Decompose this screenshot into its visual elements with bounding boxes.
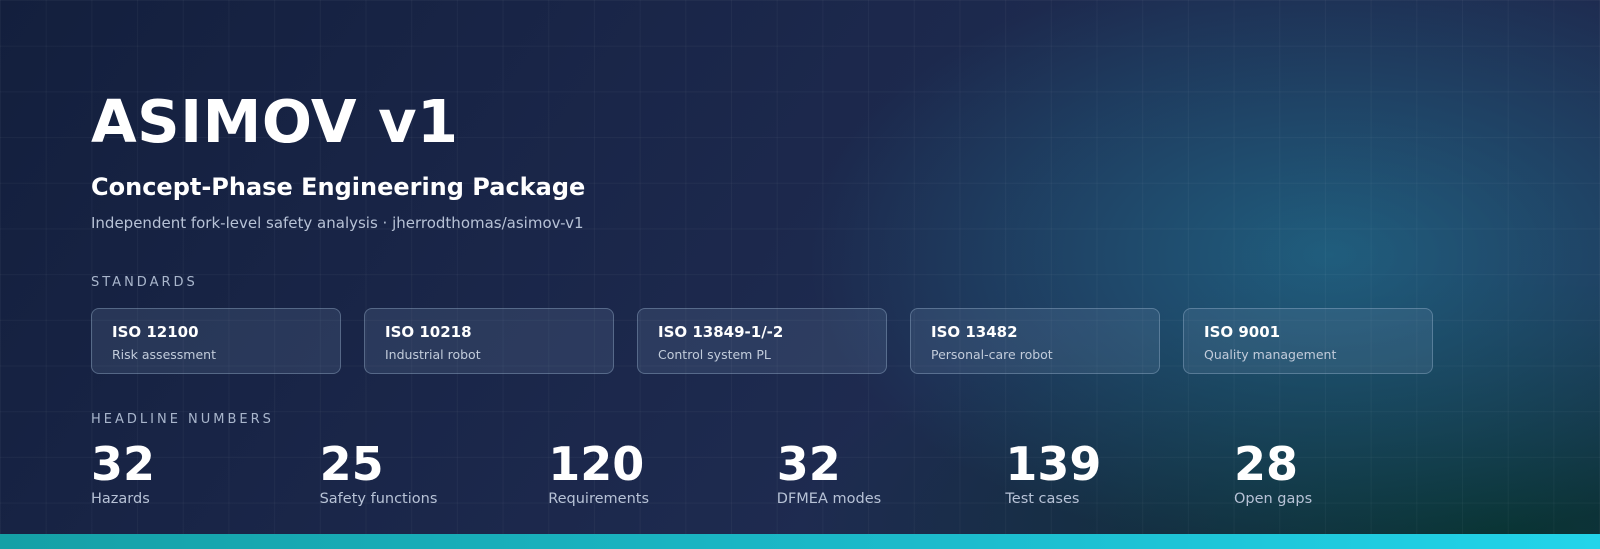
accent-bar	[0, 534, 1600, 549]
standard-name: ISO 9001	[1204, 323, 1281, 341]
standard-description: Risk assessment	[112, 347, 216, 362]
standard-name: ISO 12100	[112, 323, 199, 341]
stat-value: 139	[1005, 437, 1102, 491]
stat-test-cases: 139 Test cases	[1005, 438, 1234, 508]
page-title: ASIMOV v1	[91, 87, 459, 156]
stat-safety-functions: 25 Safety functions	[320, 438, 549, 508]
tagline: Independent fork-level safety analysis ·…	[91, 214, 584, 232]
stat-label: DFMEA modes	[776, 491, 882, 507]
stat-label: Hazards	[91, 491, 150, 507]
standard-description: Quality management	[1204, 347, 1337, 362]
standard-description: Control system PL	[658, 347, 771, 362]
page-subtitle: Concept-Phase Engineering Package	[91, 173, 586, 201]
stat-value: 32	[91, 437, 156, 491]
standard-description: Personal-care robot	[931, 347, 1053, 362]
standard-card-iso-13482: ISO 13482 Personal-care robot	[910, 308, 1160, 374]
standards-list: ISO 12100 Risk assessment ISO 10218 Indu…	[91, 308, 1433, 374]
stat-label: Safety functions	[319, 491, 438, 507]
standard-name: ISO 13482	[931, 323, 1018, 341]
stat-value: 120	[548, 437, 645, 491]
standard-card-iso-13849: ISO 13849-1/-2 Control system PL	[637, 308, 887, 374]
stat-value: 32	[776, 437, 841, 491]
standard-card-iso-9001: ISO 9001 Quality management	[1183, 308, 1433, 374]
standard-card-iso-12100: ISO 12100 Risk assessment	[91, 308, 341, 374]
stat-label: Test cases	[1005, 491, 1080, 507]
headline-stats: 32 Hazards 25 Safety functions 120 Requi…	[91, 438, 1463, 508]
stat-label: Open gaps	[1233, 491, 1313, 507]
stat-requirements: 120 Requirements	[548, 438, 777, 508]
stat-value: 28	[1233, 437, 1298, 491]
stat-label: Requirements	[548, 491, 649, 507]
standard-card-iso-10218: ISO 10218 Industrial robot	[364, 308, 614, 374]
stat-value: 25	[319, 437, 384, 491]
standard-description: Industrial robot	[385, 347, 481, 362]
stat-dfmea-modes: 32 DFMEA modes	[777, 438, 1006, 508]
stat-hazards: 32 Hazards	[91, 438, 320, 508]
standard-name: ISO 10218	[385, 323, 472, 341]
hero-banner: ASIMOV v1 Concept-Phase Engineering Pack…	[0, 0, 1600, 549]
standard-name: ISO 13849-1/-2	[658, 323, 784, 341]
headline-numbers-section-label: HEADLINE NUMBERS	[91, 412, 274, 427]
stat-open-gaps: 28 Open gaps	[1234, 438, 1463, 508]
standards-section-label: STANDARDS	[91, 275, 198, 290]
